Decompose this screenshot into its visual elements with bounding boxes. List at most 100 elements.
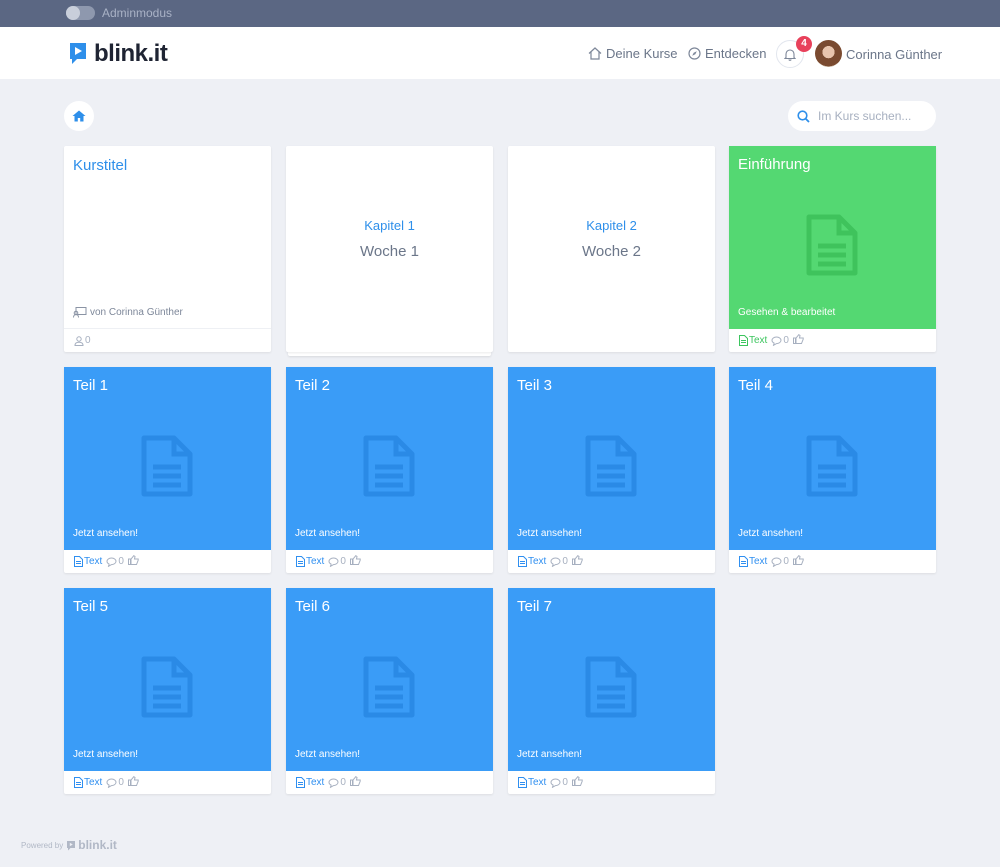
like-icon[interactable] <box>127 555 139 568</box>
like-icon[interactable] <box>571 555 583 568</box>
comments-count: 0 <box>771 556 789 567</box>
card-footer: Text 0 <box>286 771 493 794</box>
text-doc-icon <box>739 556 748 567</box>
lesson-card[interactable]: Teil 7 Jetzt ansehen! Text 0 <box>508 588 715 794</box>
intro-card-cover: Einführung Gesehen & bearbeitet <box>729 146 936 329</box>
text-doc-icon <box>74 556 83 567</box>
document-icon <box>363 656 415 718</box>
content-type: Text <box>296 556 324 567</box>
like-icon[interactable] <box>792 555 804 568</box>
card-status: Jetzt ansehen! <box>295 749 361 760</box>
comment-icon <box>328 777 339 788</box>
lesson-card[interactable]: Teil 6 Jetzt ansehen! Text 0 <box>286 588 493 794</box>
comment-icon <box>771 556 782 567</box>
card-title: Teil 2 <box>295 377 331 394</box>
card-status: Jetzt ansehen! <box>517 528 583 539</box>
card-title: Teil 4 <box>738 377 774 394</box>
members-count-value: 0 <box>85 335 91 346</box>
chapter-card[interactable]: Kapitel 1 Woche 1 <box>286 146 493 352</box>
home-icon <box>72 110 86 122</box>
card-title: Teil 3 <box>517 377 553 394</box>
admin-mode-label: Adminmodus <box>102 6 173 20</box>
search-icon <box>797 109 810 123</box>
content-type: Text <box>739 556 767 567</box>
powered-by-brand: blink.it <box>78 838 117 852</box>
chapter-week: Woche 1 <box>360 243 419 260</box>
comment-icon <box>106 777 117 788</box>
admin-mode-toggle[interactable] <box>66 6 95 20</box>
content-type-label: Text <box>84 777 103 788</box>
like-icon[interactable] <box>792 334 804 347</box>
course-search[interactable] <box>788 101 936 131</box>
comment-icon <box>771 335 782 346</box>
card-title: Einführung <box>738 156 811 173</box>
course-title-card[interactable]: Kurstitel von Corinna Günther 0 <box>64 146 271 352</box>
logo[interactable]: blink.it <box>68 40 168 67</box>
course-author: von Corinna Günther <box>73 307 183 318</box>
lesson-card[interactable]: Teil 5 Jetzt ansehen! Text 0 <box>64 588 271 794</box>
lesson-card-cover: Teil 2 Jetzt ansehen! <box>286 367 493 550</box>
logo-play-icon <box>68 41 88 67</box>
comments-count: 0 <box>106 556 124 567</box>
document-icon <box>141 435 193 497</box>
lesson-card-cover: Teil 5 Jetzt ansehen! <box>64 588 271 771</box>
bell-icon <box>784 48 796 61</box>
comments-count: 0 <box>328 777 346 788</box>
course-search-input[interactable] <box>818 109 928 123</box>
like-icon[interactable] <box>349 776 361 789</box>
comments-count: 0 <box>328 556 346 567</box>
user-avatar[interactable] <box>815 40 842 67</box>
user-name[interactable]: Corinna Günther <box>846 47 942 62</box>
like-icon[interactable] <box>127 776 139 789</box>
text-doc-icon <box>518 556 527 567</box>
comments-count-value: 0 <box>340 556 346 567</box>
logo-text: blink.it <box>94 40 168 67</box>
document-icon <box>585 435 637 497</box>
card-footer: Text 0 <box>64 550 271 573</box>
powered-by[interactable]: Powered by blink.it <box>21 838 117 852</box>
nav-discover[interactable]: Entdecken <box>688 46 766 61</box>
toggle-knob <box>66 6 80 20</box>
content-type-label: Text <box>306 556 325 567</box>
content-type: Text <box>518 556 546 567</box>
card-title: Teil 1 <box>73 377 109 394</box>
intro-card[interactable]: Einführung Gesehen & bearbeitet Text 0 <box>729 146 936 352</box>
document-icon <box>585 656 637 718</box>
text-doc-icon <box>739 335 748 346</box>
lesson-card-cover: Teil 6 Jetzt ansehen! <box>286 588 493 771</box>
card-status: Gesehen & bearbeitet <box>738 307 836 318</box>
teacher-icon <box>73 307 87 318</box>
lesson-card[interactable]: Teil 2 Jetzt ansehen! Text 0 <box>286 367 493 573</box>
document-icon <box>806 214 858 276</box>
document-icon <box>806 435 858 497</box>
chapter-label: Kapitel 2 <box>586 218 637 233</box>
comment-icon <box>328 556 339 567</box>
course-home-button[interactable] <box>64 101 94 131</box>
comment-icon <box>550 556 561 567</box>
lesson-card[interactable]: Teil 1 Jetzt ansehen! Text 0 <box>64 367 271 573</box>
card-status: Jetzt ansehen! <box>517 749 583 760</box>
powered-by-label: Powered by <box>21 840 64 850</box>
card-title: Teil 5 <box>73 598 109 615</box>
content-type: Text <box>296 777 324 788</box>
nav-my-courses[interactable]: Deine Kurse <box>588 46 678 61</box>
content-type: Text <box>739 335 767 346</box>
notification-count-badge: 4 <box>796 36 812 52</box>
lesson-card[interactable]: Teil 4 Jetzt ansehen! Text 0 <box>729 367 936 573</box>
comments-count: 0 <box>106 777 124 788</box>
admin-bar: Adminmodus <box>0 0 1000 27</box>
like-icon[interactable] <box>571 776 583 789</box>
top-header: blink.it Deine Kurse Entdecken 4 Corinna… <box>0 27 1000 79</box>
comments-count-value: 0 <box>562 556 568 567</box>
lesson-card[interactable]: Teil 3 Jetzt ansehen! Text 0 <box>508 367 715 573</box>
card-status: Jetzt ansehen! <box>738 528 804 539</box>
like-icon[interactable] <box>349 555 361 568</box>
content-type-label: Text <box>749 335 768 346</box>
comments-count: 0 <box>550 777 568 788</box>
text-doc-icon <box>74 777 83 788</box>
home-outline-icon <box>588 47 602 60</box>
text-doc-icon <box>296 777 305 788</box>
course-title: Kurstitel <box>73 157 128 174</box>
chapter-card[interactable]: Kapitel 2 Woche 2 <box>508 146 715 352</box>
comments-count-value: 0 <box>118 556 124 567</box>
